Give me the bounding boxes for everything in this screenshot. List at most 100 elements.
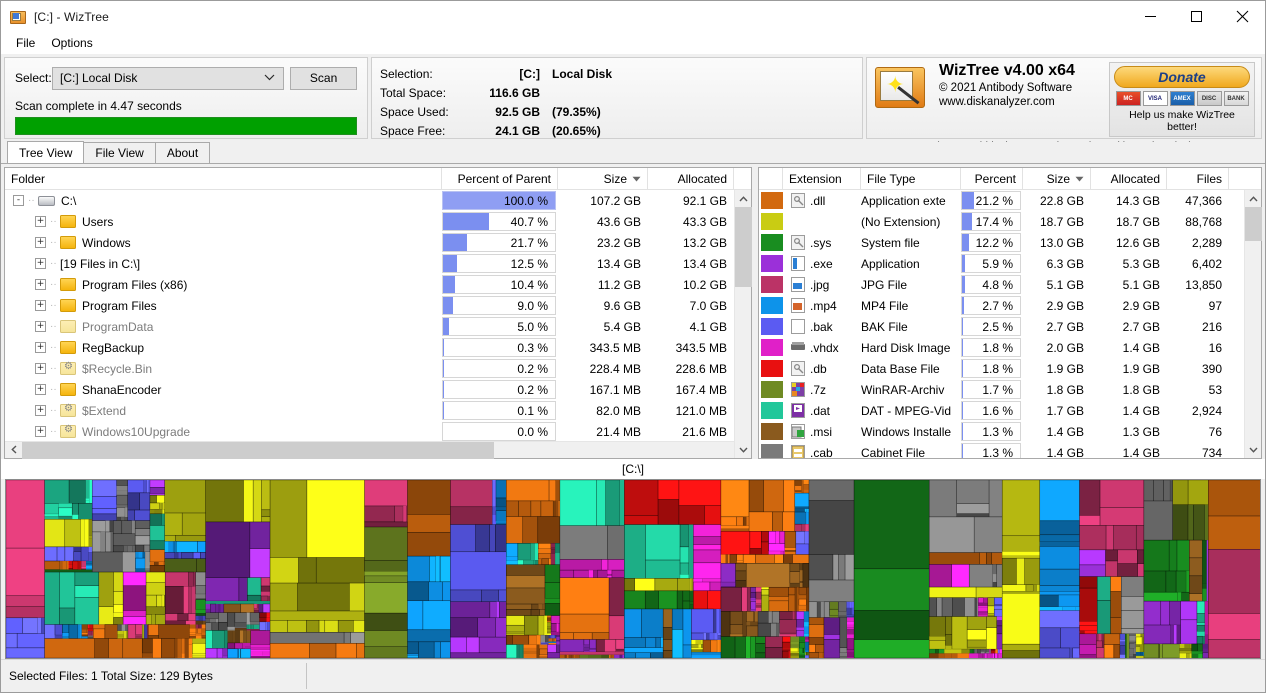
tree-row-allocated: 167.4 MB bbox=[648, 379, 734, 400]
tree-column-header-label: Percent of Parent bbox=[458, 172, 551, 186]
tree-hscroll-thumb[interactable] bbox=[22, 442, 494, 459]
close-button[interactable] bbox=[1219, 1, 1265, 32]
filetype-type-label: WinRAR-Archiv bbox=[861, 379, 961, 400]
tree-row-size: 11.2 GB bbox=[558, 274, 648, 295]
filetype-color-swatch bbox=[761, 318, 783, 335]
expand-icon[interactable]: + bbox=[35, 426, 46, 437]
expand-icon[interactable]: + bbox=[35, 405, 46, 416]
tree-column-header[interactable]: Folder bbox=[5, 168, 442, 189]
expand-icon[interactable]: + bbox=[35, 216, 46, 227]
tree-row-name-cell[interactable]: +··Windows bbox=[5, 232, 442, 253]
filetype-row[interactable]: .jpgJPG File4.8 %5.1 GB5.1 GB13,850 bbox=[759, 274, 1261, 295]
website-link[interactable]: www.diskanalyzer.com bbox=[939, 96, 1103, 108]
tree-vertical-scrollbar[interactable] bbox=[734, 190, 751, 458]
filetype-column-header[interactable]: Percent bbox=[961, 168, 1023, 189]
tree-hscroll-track[interactable] bbox=[22, 442, 734, 459]
filetype-color-cell bbox=[759, 253, 783, 274]
tree-row[interactable]: +··ShanaEncoder0.2 %167.1 MB167.4 MB bbox=[5, 379, 751, 400]
expand-icon[interactable]: + bbox=[35, 321, 46, 332]
menu-file[interactable]: File bbox=[8, 34, 43, 52]
tree-row-name-cell[interactable]: +··ProgramData bbox=[5, 316, 442, 337]
filetype-row[interactable]: .7zWinRAR-Archiv1.7 %1.8 GB1.8 GB53 bbox=[759, 379, 1261, 400]
expand-icon[interactable]: + bbox=[35, 342, 46, 353]
filetype-column-header[interactable]: Size bbox=[1023, 168, 1091, 189]
scroll-left-icon[interactable] bbox=[5, 445, 22, 456]
filetype-row[interactable]: .msiWindows Installe1.3 %1.4 GB1.3 GB76 bbox=[759, 421, 1261, 442]
tree-column-header[interactable]: Allocated bbox=[648, 168, 734, 189]
tree-row[interactable]: +··RegBackup0.3 %343.5 MB343.5 MB bbox=[5, 337, 751, 358]
tab-tree-view[interactable]: Tree View bbox=[7, 141, 84, 163]
filetype-vertical-scrollbar[interactable] bbox=[1244, 190, 1261, 458]
tab-about[interactable]: About bbox=[155, 142, 210, 163]
tree-row[interactable]: +··ProgramData5.0 %5.4 GB4.1 GB bbox=[5, 316, 751, 337]
folder-icon bbox=[60, 320, 76, 333]
tree-column-header[interactable]: Size bbox=[558, 168, 648, 189]
expand-icon[interactable]: + bbox=[35, 258, 46, 269]
tree-row-name-cell[interactable]: +··$Extend bbox=[5, 400, 442, 421]
scroll-down-icon[interactable] bbox=[1245, 441, 1262, 458]
filetype-row[interactable]: .exeApplication5.9 %6.3 GB5.3 GB6,402 bbox=[759, 253, 1261, 274]
filetype-files: 88,768 bbox=[1167, 211, 1229, 232]
tree-row[interactable]: +··$Recycle.Bin0.2 %228.4 MB228.6 MB bbox=[5, 358, 751, 379]
filetype-column-header[interactable]: File Type bbox=[861, 168, 961, 189]
drive-select[interactable]: [C:] Local Disk bbox=[52, 67, 284, 90]
filetype-scroll-track[interactable] bbox=[1245, 207, 1262, 441]
tree-row[interactable]: +··Windows10Upgrade0.0 %21.4 MB21.6 MB bbox=[5, 421, 751, 441]
collapse-icon[interactable]: - bbox=[13, 195, 24, 206]
filetype-row[interactable]: .bakBAK File2.5 %2.7 GB2.7 GB216 bbox=[759, 316, 1261, 337]
filetype-column-header[interactable]: Extension bbox=[783, 168, 861, 189]
tree-row-name-cell[interactable]: +··Program Files bbox=[5, 295, 442, 316]
menu-options[interactable]: Options bbox=[43, 34, 100, 52]
maximize-button[interactable] bbox=[1173, 1, 1219, 32]
percent-of-parent-cell: 0.1 % bbox=[442, 400, 558, 421]
filetype-column-header[interactable]: Allocated bbox=[1091, 168, 1167, 189]
tree-row-name-cell[interactable]: +··ShanaEncoder bbox=[5, 379, 442, 400]
tree-row[interactable]: +··Windows21.7 %23.2 GB13.2 GB bbox=[5, 232, 751, 253]
filetype-row[interactable]: .datDAT - MPEG-Vid1.6 %1.7 GB1.4 GB2,924 bbox=[759, 400, 1261, 421]
tree-horizontal-scrollbar[interactable] bbox=[5, 441, 751, 458]
tree-row[interactable]: +··Program Files (x86)10.4 %11.2 GB10.2 … bbox=[5, 274, 751, 295]
filetype-row[interactable]: .sysSystem file12.2 %13.0 GB12.6 GB2,289 bbox=[759, 232, 1261, 253]
tree-row-name-cell[interactable]: +··[19 Files in C:\] bbox=[5, 253, 442, 274]
minimize-button[interactable] bbox=[1127, 1, 1173, 32]
tree-row[interactable]: +··Program Files9.0 %9.6 GB7.0 GB bbox=[5, 295, 751, 316]
tree-row-name-cell[interactable]: +··Windows10Upgrade bbox=[5, 421, 442, 441]
filetype-row[interactable]: .dbData Base File1.8 %1.9 GB1.9 GB390 bbox=[759, 358, 1261, 379]
scroll-down-icon[interactable] bbox=[735, 441, 752, 458]
tree-row-name-cell[interactable]: +··Program Files (x86) bbox=[5, 274, 442, 295]
filetype-column-header[interactable] bbox=[759, 168, 783, 189]
tree-row-name-cell[interactable]: +··Users bbox=[5, 211, 442, 232]
expand-icon[interactable]: + bbox=[35, 237, 46, 248]
tree-row[interactable]: +··[19 Files in C:\]12.5 %13.4 GB13.4 GB bbox=[5, 253, 751, 274]
tab-file-view[interactable]: File View bbox=[83, 142, 155, 163]
tree-row[interactable]: +··Users40.7 %43.6 GB43.3 GB bbox=[5, 211, 751, 232]
percent-bar-fill bbox=[443, 297, 453, 314]
filetype-percent-cell: 4.8 % bbox=[961, 274, 1023, 295]
tree-row-name-cell[interactable]: -··C:\ bbox=[5, 190, 442, 211]
tree-row-name-cell[interactable]: +··$Recycle.Bin bbox=[5, 358, 442, 379]
filetype-scroll-thumb[interactable] bbox=[1245, 207, 1262, 241]
expand-icon[interactable]: + bbox=[35, 384, 46, 395]
expand-icon[interactable]: + bbox=[35, 300, 46, 311]
tree-row[interactable]: +··$Extend0.1 %82.0 MB121.0 MB bbox=[5, 400, 751, 421]
filetype-row[interactable]: .mp4MP4 File2.7 %2.9 GB2.9 GB97 bbox=[759, 295, 1261, 316]
filetype-row[interactable]: .dllApplication exte21.2 %22.8 GB14.3 GB… bbox=[759, 190, 1261, 211]
donate-button[interactable]: Donate bbox=[1114, 66, 1250, 88]
scroll-up-icon[interactable] bbox=[1245, 190, 1262, 207]
expand-icon[interactable]: + bbox=[35, 279, 46, 290]
tree-row-name-cell[interactable]: +··RegBackup bbox=[5, 337, 442, 358]
scroll-up-icon[interactable] bbox=[735, 190, 752, 207]
percent-bar: 0.2 % bbox=[442, 380, 556, 399]
tree-row-allocated: 43.3 GB bbox=[648, 211, 734, 232]
expand-icon[interactable]: + bbox=[35, 363, 46, 374]
filetype-row[interactable]: (No Extension)17.4 %18.7 GB18.7 GB88,768 bbox=[759, 211, 1261, 232]
tree-row[interactable]: -··C:\100.0 %107.2 GB92.1 GB bbox=[5, 190, 751, 211]
filetype-row[interactable]: .vhdxHard Disk Image1.8 %2.0 GB1.4 GB16 bbox=[759, 337, 1261, 358]
filetype-row[interactable]: .cabCabinet File1.3 %1.4 GB1.4 GB734 bbox=[759, 442, 1261, 458]
filetype-column-header[interactable]: Files bbox=[1167, 168, 1229, 189]
tree-column-header[interactable]: Percent of Parent bbox=[442, 168, 558, 189]
scan-button[interactable]: Scan bbox=[290, 67, 357, 90]
tree-scroll-track[interactable] bbox=[735, 207, 752, 441]
treemap-visualization[interactable] bbox=[5, 479, 1261, 659]
tree-scroll-thumb[interactable] bbox=[735, 207, 752, 287]
